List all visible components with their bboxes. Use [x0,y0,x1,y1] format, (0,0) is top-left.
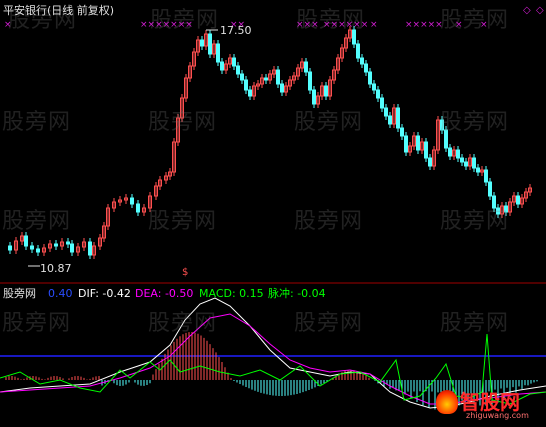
candle-body [30,245,34,250]
candle-body [70,243,74,253]
watermark: 股旁网 [148,110,218,135]
candle-body [232,57,236,67]
signal-marker-row: ×××××× [323,20,369,30]
site-logo: 智股网 zhiguwang.com [436,386,542,424]
candle-body [24,235,28,247]
candle-body [54,243,58,247]
logo-url: zhiguwang.com [466,411,529,420]
watermark: 股旁网 [440,110,510,135]
candle-body [516,195,520,205]
candle-body [376,89,380,99]
watermark: 股旁网 [294,311,364,336]
buy-signal-icon: $ [182,267,189,278]
watermark: 股旁网 [148,311,218,336]
candle-body [236,65,240,75]
candle-body [416,135,420,151]
candle-body [456,149,460,159]
watermark: 股旁网 [2,209,72,234]
watermark: 股旁网 [148,209,218,234]
candle-body [464,161,468,167]
indicator-name: 股旁网 [3,287,36,300]
candle-body [380,97,384,109]
candle-body [396,107,400,129]
macd-label: MACD: 0.15 [199,287,264,300]
candle-body [472,157,476,169]
candle-body [404,135,408,153]
candle-body [130,197,134,205]
candle-body [276,69,280,85]
diamond-icon[interactable]: ◇ [523,4,531,17]
signal-marker-row: ××××××× [140,20,193,30]
candle-body [400,127,404,137]
diamond-icon[interactable]: ◇ [536,4,544,17]
candle-body [368,71,372,85]
watermark: 股旁网 [440,209,510,234]
candle-body [304,61,308,73]
candle-body [200,39,204,47]
candle-body [8,245,12,251]
candle-body [88,241,92,256]
signal-marker-row: × [370,20,378,30]
candle-body [208,33,212,55]
pulse-label: 脉冲: -0.04 [268,287,326,300]
candle-body [312,89,316,105]
candle-body [364,63,368,73]
indicator-param: 0.40 [48,287,73,300]
dif-label: DIF: -0.42 [78,287,131,300]
candle-body [240,73,244,81]
flame-icon [436,390,458,414]
signal-marker-row: × [4,20,12,30]
candle-body [384,107,388,117]
candle-body [484,169,488,183]
candle-body [280,83,284,93]
candle-body [448,147,452,157]
signal-marker-row: × [455,20,463,30]
signal-marker-row: ××× [296,20,319,30]
signal-marker-row: ××××× [405,20,443,30]
candle-body [372,83,376,91]
candle-body [244,79,248,91]
watermark: 股旁网 [2,110,72,135]
candle-body [324,85,328,97]
candle-body [388,115,392,125]
candle-body [66,241,70,245]
candle-body [488,181,492,197]
candle-body [308,71,312,91]
watermark: 股旁网 [2,311,72,336]
candle-body [428,157,432,167]
candle-body [424,141,428,159]
candle-body [356,43,360,59]
watermark: 股旁网 [294,110,364,135]
watermark: 股旁网 [440,311,510,336]
candle-body [264,77,268,81]
signal-marker-row: × [480,20,488,30]
high-price-label: 17.50 [220,24,252,37]
chart-title: 平安银行(日线 前复权) [3,4,115,17]
chart-window: 股旁网 股旁网 股旁网 股旁网 股旁网 股旁网 股旁网 股旁网 股旁网 股旁网 … [0,0,546,427]
watermark: 股旁网 [440,8,510,33]
watermark: 股旁网 [294,209,364,234]
candle-body [460,157,464,163]
dea-label: DEA: -0.50 [135,287,194,300]
candle-body [220,61,224,71]
candle-body [216,43,220,63]
candle-body [136,203,140,213]
candle-body [36,248,40,253]
candle-body [248,89,252,97]
low-price-label: 10.87 [40,262,72,275]
candle-body [360,57,364,65]
candle-body [476,167,480,173]
